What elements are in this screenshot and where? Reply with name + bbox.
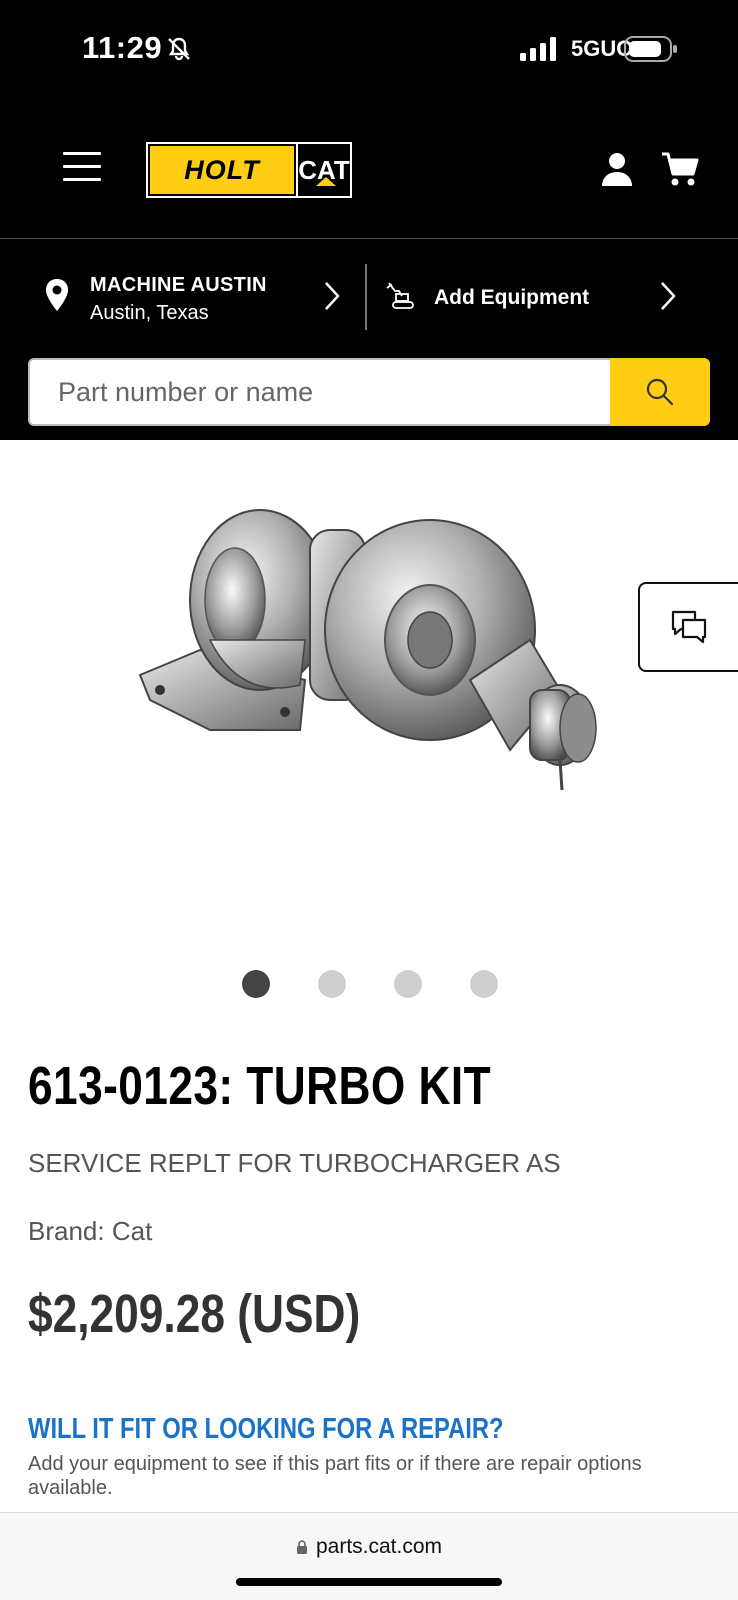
holt-cat-logo[interactable]: HOLT CAT [146, 142, 352, 198]
chevron-right-icon [661, 282, 676, 310]
site-header: HOLT CAT [0, 120, 738, 240]
location-bar: MACHINE AUSTIN Austin, Texas Add Equipme… [0, 240, 738, 350]
status-bar: 11:29 5GUC [0, 0, 738, 100]
dealer-name: MACHINE AUSTIN [90, 274, 267, 296]
silent-bell-icon [168, 37, 190, 61]
chat-button[interactable] [638, 582, 738, 672]
carousel-dot[interactable] [242, 970, 270, 998]
address-field[interactable]: parts.cat.com [0, 1535, 738, 1559]
search-icon [646, 378, 674, 406]
product-description: SERVICE REPLT FOR TURBOCHARGER AS [28, 1148, 561, 1178]
product-title: 613-0123: TURBO KIT [28, 1056, 492, 1116]
logo-holt-text: HOLT [148, 144, 296, 196]
image-carousel-dots [240, 970, 500, 1000]
location-pin-icon [46, 279, 68, 311]
dealer-location-selector[interactable]: MACHINE AUSTIN Austin, Texas [0, 240, 365, 350]
fit-check-text: Add your equipment to see if this part f… [28, 1453, 642, 1499]
menu-line-icon [63, 152, 101, 155]
menu-line-icon [63, 165, 101, 168]
product-price: $2,209.28 (USD) [28, 1284, 361, 1344]
header-divider [0, 238, 738, 239]
cart-icon[interactable] [660, 150, 700, 188]
status-time: 11:29 [82, 30, 163, 65]
url-text: parts.cat.com [315, 1535, 443, 1558]
app-header-region: 11:29 5GUC HOLT CAT MACHINE AUSTIN Austi… [0, 0, 738, 440]
carousel-dot[interactable] [470, 970, 498, 998]
menu-line-icon [63, 178, 101, 181]
carousel-dot[interactable] [394, 970, 422, 998]
add-equipment-label: Add Equipment [434, 286, 590, 309]
logo-cat-block: CAT [298, 144, 350, 196]
menu-button[interactable] [60, 150, 104, 184]
battery-icon [624, 36, 677, 62]
product-brand: Brand: Cat [28, 1216, 153, 1246]
product-image[interactable] [130, 490, 620, 820]
search-bar [28, 358, 710, 426]
excavator-icon [386, 282, 414, 309]
network-type: 5GUC [571, 36, 633, 61]
cat-triangle-icon [316, 177, 336, 186]
dealer-city: Austin, Texas [90, 302, 209, 324]
fit-check-link[interactable]: WILL IT FIT OR LOOKING FOR A REPAIR? [28, 1413, 504, 1446]
account-icon[interactable] [598, 150, 636, 188]
chevron-right-icon [325, 282, 340, 310]
carousel-dot[interactable] [318, 970, 346, 998]
location-divider [365, 264, 367, 330]
lock-icon [296, 1540, 307, 1554]
browser-address-bar: parts.cat.com [0, 1512, 738, 1600]
home-indicator[interactable] [236, 1578, 502, 1586]
search-input[interactable] [28, 358, 612, 426]
add-equipment-button[interactable]: Add Equipment [368, 240, 738, 350]
signal-icon [520, 37, 556, 61]
chat-icon [671, 610, 707, 644]
search-button[interactable] [610, 358, 710, 426]
